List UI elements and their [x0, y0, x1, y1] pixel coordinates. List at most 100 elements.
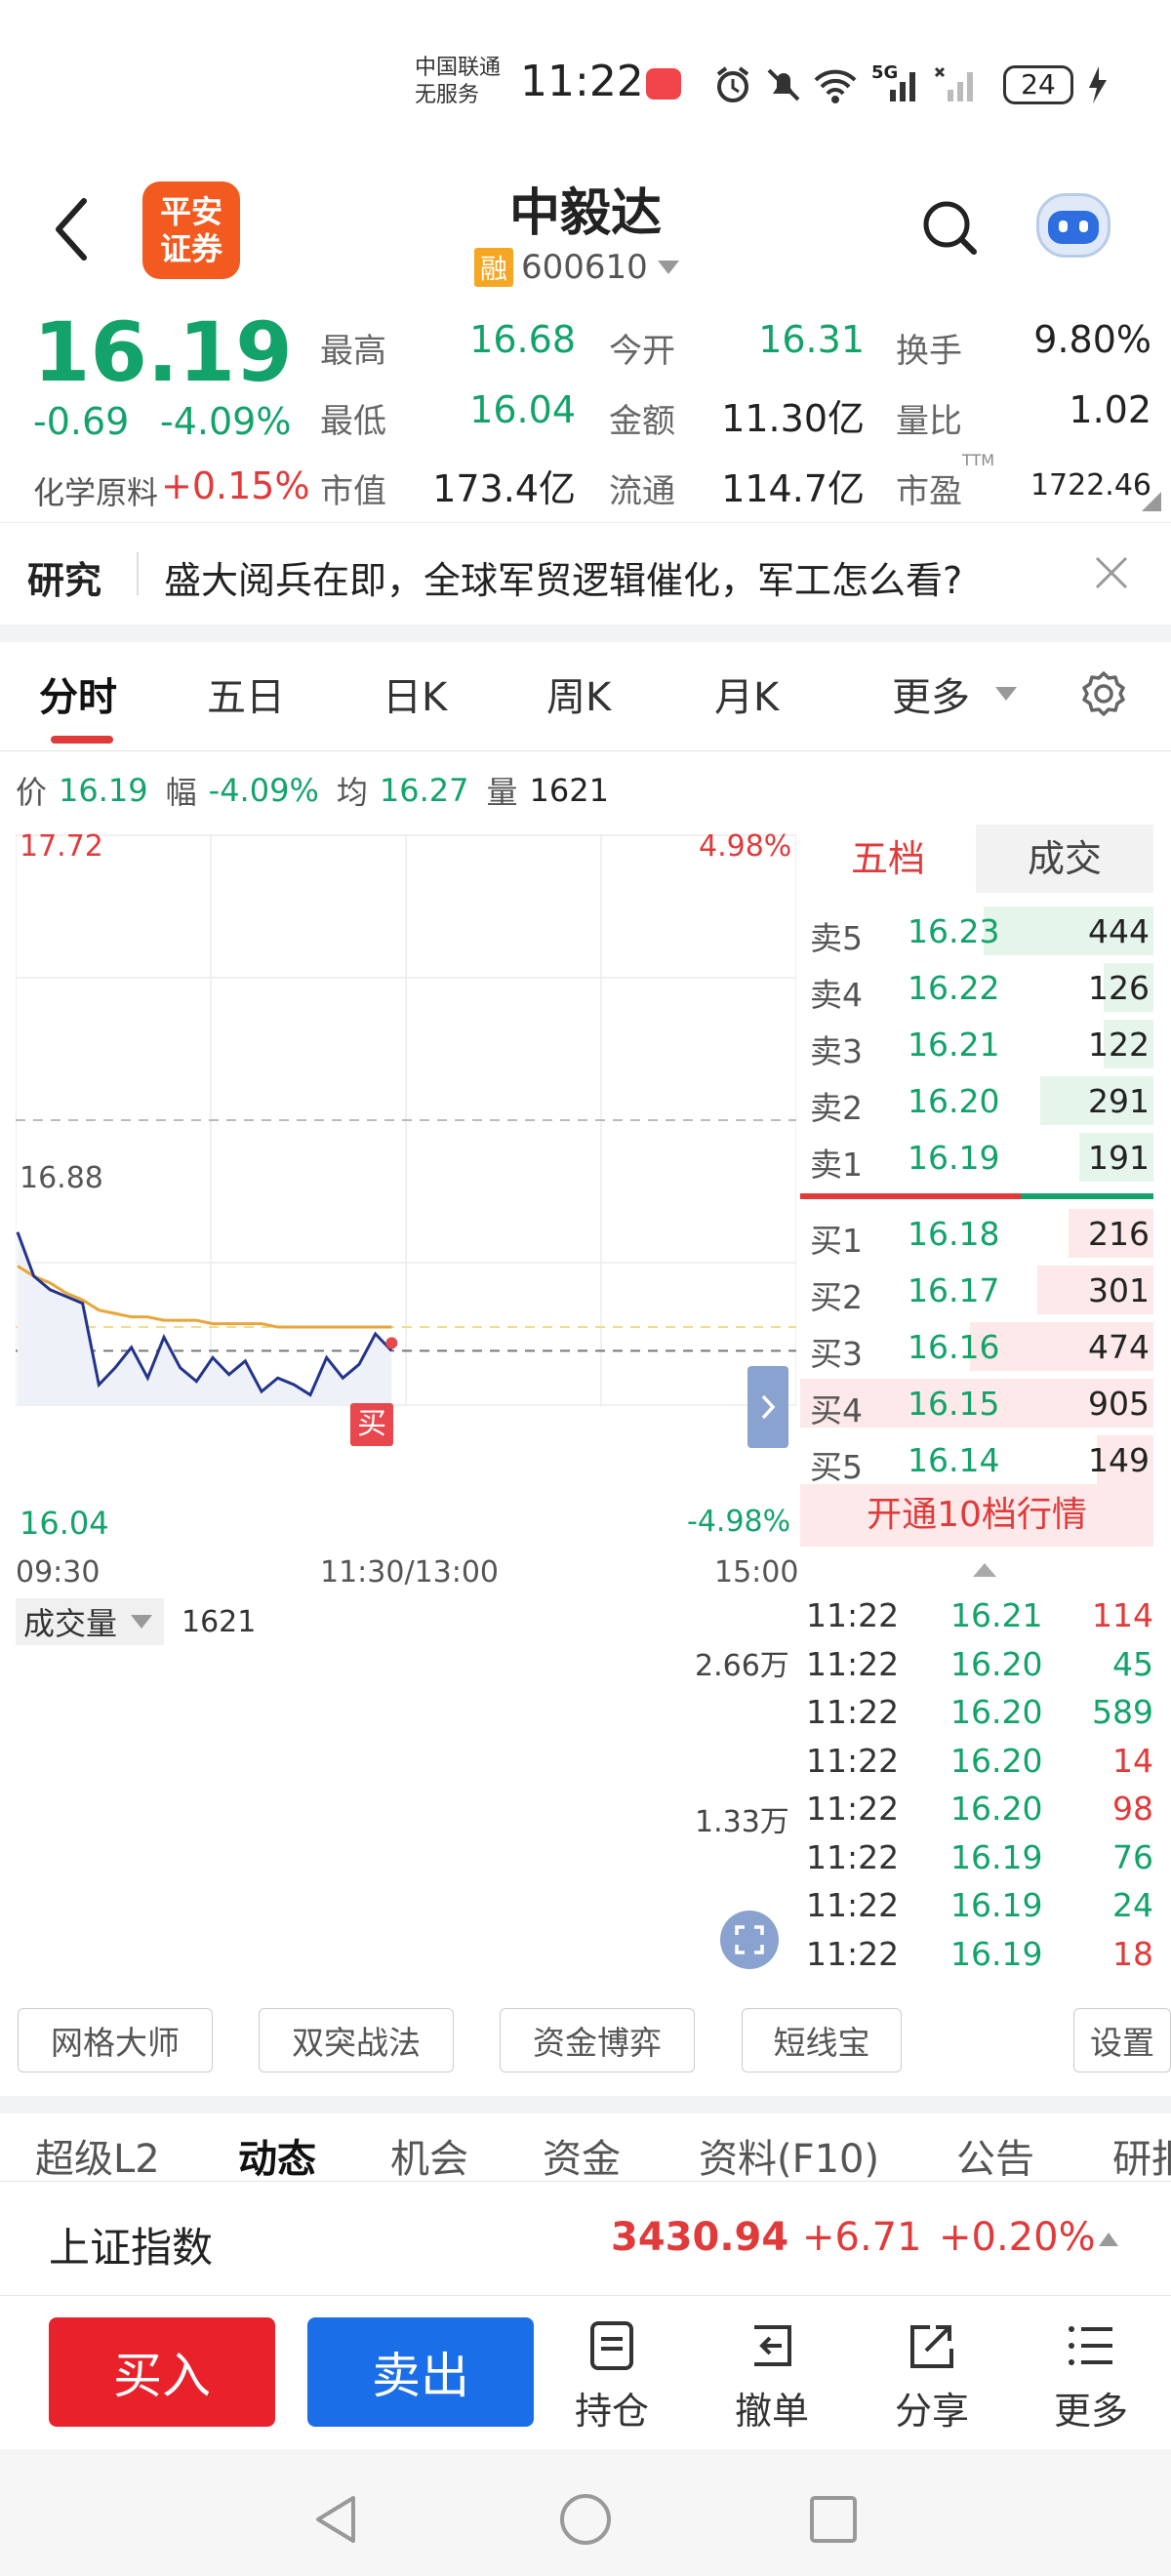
tab-intraday[interactable]: 分时 [39, 665, 117, 722]
tab-weekly-k[interactable]: 周K [546, 665, 611, 722]
tick-time: 11:22 [806, 1934, 900, 1973]
share-label: 分享 [894, 2390, 969, 2433]
notification-icon [646, 68, 681, 100]
open-level10-button[interactable]: 开通10档行情 [800, 1484, 1153, 1547]
trade-action-bar: 买入 卖出 持仓 撤单 分享 更多 [0, 2298, 1171, 2449]
caret-down-icon [657, 261, 679, 274]
collapse-side-panel-button[interactable] [747, 1366, 788, 1448]
tab-more[interactable]: 更多 [892, 665, 1021, 722]
ask-row[interactable]: 卖4 16.22 126 [800, 959, 1153, 1016]
level-volume: 905 [1088, 1385, 1150, 1423]
tool-button[interactable]: 网格大师 [18, 2008, 213, 2073]
stock-code-selector[interactable]: 融 600610 [474, 248, 683, 287]
bid-row[interactable]: 买4 16.15 905 [800, 1375, 1153, 1431]
ask-row[interactable]: 卖2 16.20 291 [800, 1072, 1153, 1129]
index-value: 3430.94 [611, 2215, 789, 2260]
tool-button-label: 设置 [1090, 2024, 1154, 2062]
system-nav-bar [0, 2449, 1171, 2576]
level-price: 16.20 [908, 1082, 1000, 1120]
detail-tab[interactable]: 资料(F10) [699, 2127, 879, 2182]
tool-button[interactable]: 短线宝 [742, 2008, 902, 2073]
index-change: +6.71 [802, 2215, 922, 2260]
label-high: 最高 [320, 332, 386, 371]
detail-tab[interactable]: 资金 [543, 2127, 621, 2182]
info-amp: -4.09% [208, 772, 319, 809]
level-volume: 191 [1088, 1139, 1150, 1177]
nav-back-icon[interactable] [310, 2492, 361, 2547]
news-banner[interactable]: 研究 盛大阅兵在即，全球军贸逻辑催化，军工怎么看? [0, 522, 1171, 627]
info-vol-label: 量 [486, 774, 518, 811]
value-low: 16.04 [469, 388, 576, 431]
tool-button-label: 短线宝 [773, 2024, 870, 2062]
level-volume: 149 [1088, 1441, 1150, 1479]
close-icon[interactable] [1093, 554, 1130, 591]
value-market-cap: 173.4亿 [432, 467, 576, 510]
trade-tick-row: 11:22 16.20 45 [804, 1641, 1157, 1688]
caret-down-icon [131, 1615, 153, 1629]
detail-tab[interactable]: 超级L2 [35, 2127, 160, 2182]
clock: 11:22 [520, 57, 644, 106]
expand-corner-icon[interactable] [1142, 492, 1161, 511]
tab-daily-k[interactable]: 日K [383, 665, 447, 722]
expand-up-icon[interactable] [1095, 2229, 1122, 2250]
bid-row[interactable]: 买1 16.18 216 [800, 1205, 1153, 1262]
scroll-up-icon[interactable] [969, 1559, 1000, 1581]
quote-panel: 16.19 -0.69 -4.09% 化学原料 +0.15% 最高 16.68 … [0, 304, 1171, 519]
detail-tab[interactable]: 动态 [238, 2127, 316, 2182]
volume-indicator-selector[interactable]: 成交量 [16, 1598, 165, 1645]
detail-tab[interactable]: 研报 [1112, 2127, 1171, 2182]
sector-name: 化学原料 [33, 474, 159, 511]
info-vol: 1621 [529, 772, 609, 809]
tick-volume: 24 [1112, 1886, 1153, 1924]
tick-price: 16.20 [950, 1741, 1043, 1780]
tool-button-label: 网格大师 [51, 2024, 180, 2062]
tab-five-day[interactable]: 五日 [207, 665, 285, 722]
order-book-tab-levels[interactable]: 五档 [800, 825, 976, 893]
bid-row[interactable]: 买5 16.14 149 [800, 1431, 1153, 1488]
tick-price: 16.19 [950, 1934, 1043, 1973]
ask-row[interactable]: 卖3 16.21 122 [800, 1016, 1153, 1072]
section-divider [0, 624, 1171, 642]
tick-volume: 589 [1092, 1693, 1153, 1731]
tools-settings-button[interactable]: 设置 [1073, 2008, 1171, 2073]
tab-more-label: 更多 [892, 675, 970, 720]
search-icon[interactable] [921, 197, 980, 260]
buy-button[interactable]: 买入 [49, 2317, 275, 2427]
nav-recents-icon[interactable] [808, 2494, 859, 2545]
robot-assistant-icon[interactable] [1032, 189, 1114, 263]
sell-button[interactable]: 卖出 [307, 2317, 534, 2427]
order-book-tab-trades[interactable]: 成交 [976, 825, 1153, 893]
ask-row[interactable]: 卖5 16.23 444 [800, 903, 1153, 959]
ask-row[interactable]: 卖1 16.19 191 [800, 1129, 1153, 1186]
tick-time: 11:22 [806, 1693, 900, 1731]
bid-row[interactable]: 买3 16.16 474 [800, 1318, 1153, 1375]
detail-tab[interactable]: 机会 [390, 2127, 468, 2182]
open-level10-label: 开通10档行情 [867, 1495, 1087, 1535]
more-button[interactable]: 更多 [1037, 2319, 1145, 2435]
intraday-chart[interactable]: 17.72 4.98% 16.88 16.04 -4.98% 买 [16, 829, 796, 1547]
bid-row[interactable]: 买2 16.17 301 [800, 1262, 1153, 1318]
nav-home-icon[interactable] [558, 2492, 613, 2547]
order-book: 五档 成交 卖5 16.23 444 卖4 16.22 126 卖3 16.21 122 卖2 16… [800, 825, 1153, 1547]
tick-price: 16.20 [950, 1693, 1043, 1731]
label-open: 今开 [609, 332, 675, 371]
label-volume-ratio: 量比 [896, 402, 962, 441]
cancel-order-button[interactable]: 撤单 [718, 2319, 826, 2435]
trade-tick-row: 11:22 16.19 76 [804, 1834, 1157, 1881]
tool-button[interactable]: 资金博弈 [500, 2008, 695, 2073]
carrier-name: 中国联通 [415, 56, 502, 80]
index-ticker-bar[interactable]: 上证指数 3430.94 +6.71 +0.20% [0, 2181, 1171, 2296]
buy-signal-marker[interactable]: 买 [350, 1403, 393, 1446]
level-label: 买3 [810, 1335, 863, 1373]
detail-tab[interactable]: 公告 [956, 2127, 1034, 2182]
caret-down-icon [995, 687, 1017, 701]
tool-button[interactable]: 双突战法 [259, 2008, 454, 2073]
value-high: 16.68 [469, 318, 576, 361]
position-button[interactable]: 持仓 [558, 2319, 666, 2435]
tab-monthly-k[interactable]: 月K [714, 665, 779, 722]
share-button[interactable]: 分享 [878, 2319, 986, 2435]
fullscreen-button[interactable] [720, 1911, 779, 1969]
signal-icon [890, 72, 915, 101]
settings-gear-icon[interactable] [1079, 669, 1128, 718]
level-label: 买4 [810, 1391, 863, 1429]
